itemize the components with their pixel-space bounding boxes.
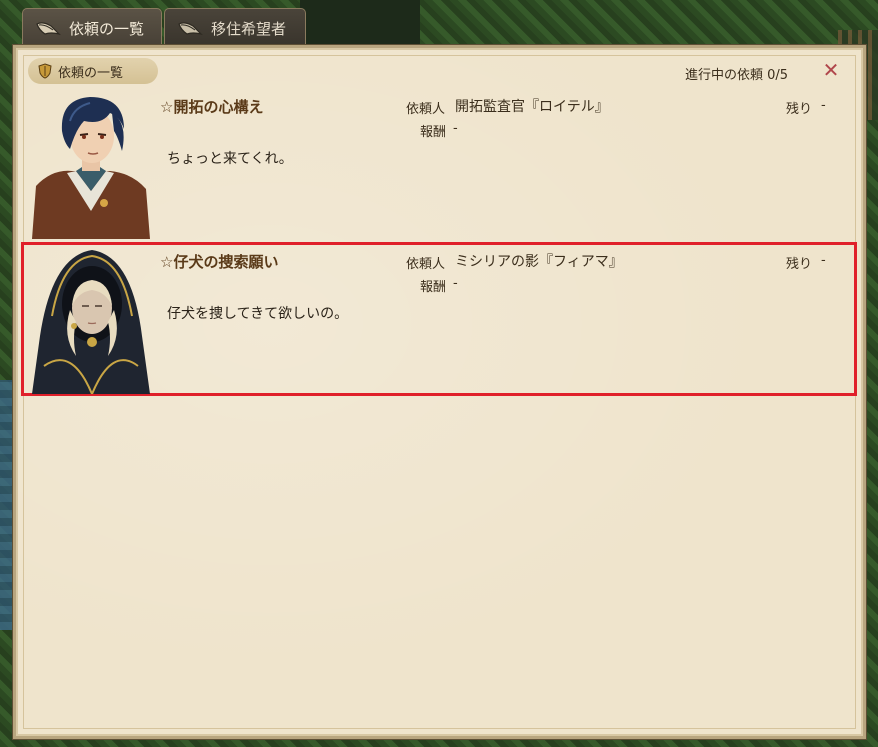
close-button[interactable]: ✕	[821, 58, 841, 82]
panel-header-label: 依頼の一覧	[28, 58, 158, 84]
background-structure	[300, 0, 420, 45]
request-description: ちょっと来てくれ。	[167, 151, 293, 167]
remaining-label: 残り	[786, 257, 813, 272]
request-panel: 依頼の一覧 進行中の依頼 0/5 ✕ ☆開拓の心構え 依頼人 開拓監査官『ロイテ…	[13, 45, 866, 739]
tab-label: 依頼の一覧	[69, 20, 145, 38]
remaining-value: -	[821, 253, 826, 268]
client-label: 依頼人	[406, 102, 446, 117]
reward-value: -	[453, 121, 458, 136]
request-title: ☆開拓の心構え	[160, 98, 264, 116]
remaining-label: 残り	[786, 102, 813, 117]
reward-label: 報酬	[420, 125, 447, 140]
client-name: 開拓監査官『ロイテル』	[455, 99, 609, 115]
reward-value: -	[453, 276, 458, 291]
client-label: 依頼人	[406, 257, 446, 272]
panel-header-text: 依頼の一覧	[58, 65, 124, 81]
reward-label: 報酬	[420, 280, 447, 295]
request-row-selected[interactable]: ☆仔犬の捜索願い 依頼人 ミシリアの影『フィアマ』 報酬 - 残り - 仔犬を捜…	[21, 242, 857, 396]
shield-icon	[38, 63, 52, 79]
progress-counter: 進行中の依頼 0/5	[684, 68, 788, 83]
portrait-fiama	[32, 246, 150, 394]
tab-label: 移住希望者	[211, 20, 287, 38]
tab-migrants[interactable]: 移住希望者	[164, 8, 306, 48]
close-icon: ✕	[822, 58, 840, 82]
request-description: 仔犬を捜してきて欲しいの。	[167, 306, 349, 322]
portrait-roitel	[32, 91, 150, 239]
scroll-icon	[177, 20, 203, 38]
scroll-icon	[35, 20, 61, 38]
client-name: ミシリアの影『フィアマ』	[455, 254, 623, 270]
request-title: ☆仔犬の捜索願い	[160, 253, 279, 271]
remaining-value: -	[821, 98, 826, 113]
tab-request-list[interactable]: 依頼の一覧	[22, 8, 162, 48]
request-row[interactable]: ☆開拓の心構え 依頼人 開拓監査官『ロイテル』 報酬 - 残り - ちょっと来て…	[22, 88, 856, 240]
